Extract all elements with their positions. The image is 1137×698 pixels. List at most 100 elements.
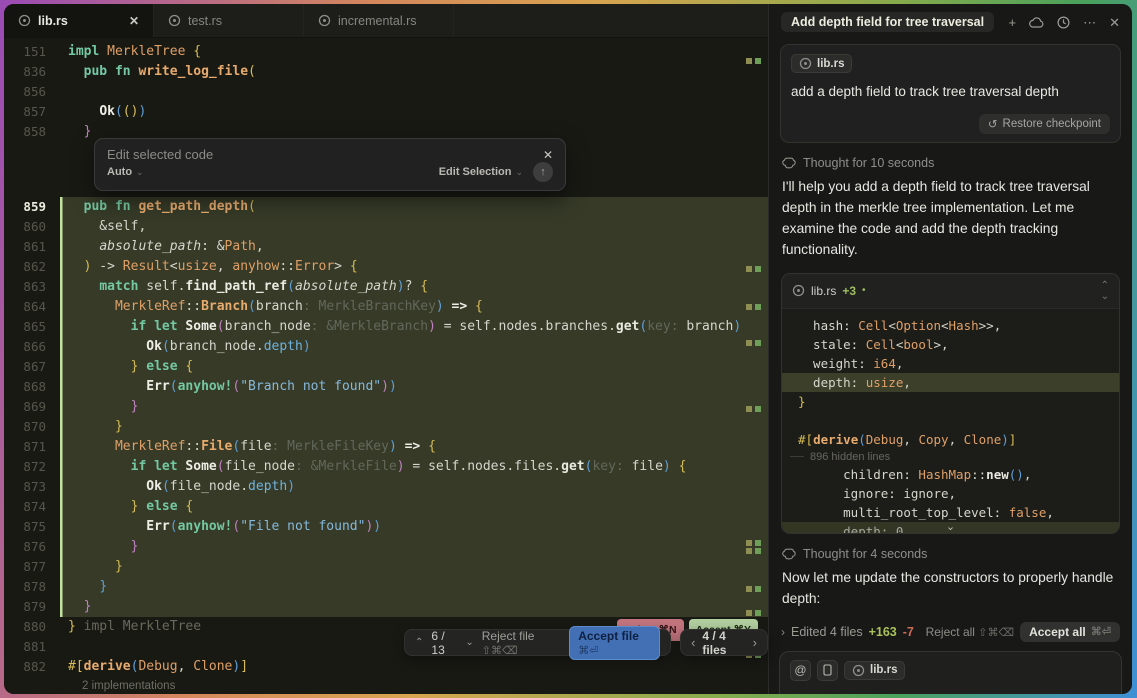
code-text: #[derive(Debug, Clone)] <box>60 657 768 677</box>
close-icon[interactable]: ✕ <box>543 148 553 162</box>
code-token: &self, <box>68 219 146 234</box>
history-icon[interactable] <box>1057 16 1070 29</box>
accept-all-button[interactable]: Accept all⌘⏎ <box>1020 622 1120 642</box>
code-line[interactable]: 865 if let Some(branch_node: &MerkleBran… <box>4 317 768 337</box>
cloud-icon[interactable] <box>1029 17 1044 28</box>
code-line[interactable]: 836 pub fn write_log_file( <box>4 62 768 82</box>
restore-checkpoint-button[interactable]: ↺ Restore checkpoint <box>979 114 1110 134</box>
expand-collapse-icon[interactable]: ⌃⌄ <box>1101 280 1109 302</box>
code-token: ) <box>436 299 444 314</box>
code-token: Some <box>185 319 216 334</box>
code-token: anyhow! <box>178 519 233 534</box>
code-line[interactable]: 869 } <box>4 397 768 417</box>
line-number: 881 <box>4 637 60 657</box>
code-line[interactable]: 868 Err(anyhow!("Branch not found")) <box>4 377 768 397</box>
code-token <box>68 479 146 494</box>
code-line[interactable]: 863 match self.find_path_ref(absolute_pa… <box>4 277 768 297</box>
code-token: file_node. <box>170 479 248 494</box>
scrollbar-diff-marker <box>746 304 761 310</box>
code-token <box>68 279 99 294</box>
code-line[interactable]: 871 MerkleRef::File(file: MerkleFileKey)… <box>4 437 768 457</box>
hidden-lines-divider[interactable]: 896 hidden lines <box>782 449 1119 465</box>
code-line[interactable]: 878 } <box>4 577 768 597</box>
code-token: #[ <box>68 659 84 674</box>
prev-file-icon[interactable]: ‹ <box>691 635 695 650</box>
code-token: if let <box>131 459 186 474</box>
scrollbar-diff-marker <box>746 586 761 592</box>
code-token <box>68 599 84 614</box>
code-line[interactable]: 872 if let Some(file_node: &MerkleFile) … <box>4 457 768 477</box>
code-token: bool <box>903 337 933 352</box>
code-token: Ok <box>146 339 162 354</box>
submit-edit-button[interactable]: ↑ <box>533 162 553 182</box>
code-line[interactable]: 873 Ok(file_node.depth) <box>4 477 768 497</box>
scrollbar-diff-marker <box>746 548 761 554</box>
close-tab-icon[interactable]: ✕ <box>115 14 139 28</box>
inline-edit-input[interactable]: Edit selected code <box>107 147 543 162</box>
code-text: } else { <box>60 497 768 517</box>
code-line[interactable]: 151impl MerkleTree { <box>4 42 768 62</box>
chat-composer[interactable]: @ lib.rs Plan, search, build anything ∞ … <box>779 651 1122 694</box>
code-token: -> <box>91 259 122 274</box>
new-chat-icon[interactable]: + <box>1009 16 1017 29</box>
brain-icon <box>782 548 796 560</box>
diff-nav-group: ⌃ 6 / 13 ⌄ Reject file ⇧⌘⌫ Accept file ⌘… <box>404 629 671 656</box>
code-token: : &MerkleFile <box>295 459 397 474</box>
code-token: ) <box>389 439 397 454</box>
chevron-right-icon[interactable]: › <box>781 625 785 639</box>
expand-diff-icon[interactable]: ⌄ <box>946 520 955 533</box>
thought-row[interactable]: Thought for 10 seconds <box>782 156 1119 170</box>
reject-file-button[interactable]: Reject file ⇧⌘⌫ <box>482 629 561 657</box>
file-chip[interactable]: lib.rs <box>844 661 905 680</box>
diff-card-header[interactable]: lib.rs +3 • ⌃⌄ <box>782 274 1119 309</box>
accept-file-button[interactable]: Accept file ⌘⏎ <box>569 626 660 660</box>
code-token: { <box>475 299 483 314</box>
mode-selector[interactable]: Edit Selection <box>439 166 512 178</box>
implementations-annotation[interactable]: 2 implementations <box>4 677 768 694</box>
code-token: ) <box>733 319 741 334</box>
code-line[interactable]: 864 MerkleRef::Branch(branch: MerkleBran… <box>4 297 768 317</box>
code-line[interactable]: 875 Err(anyhow!("File not found")) <box>4 517 768 537</box>
code-area[interactable]: Edit selected code ✕ Auto ⌄ Edit Selecti… <box>4 38 768 694</box>
chevron-down-icon[interactable]: ⌄ <box>465 637 473 648</box>
code-line[interactable]: 877 } <box>4 557 768 577</box>
code-line[interactable]: 867 } else { <box>4 357 768 377</box>
code-line[interactable]: 856 <box>4 82 768 102</box>
code-line[interactable]: 859 pub fn get_path_depth( <box>4 197 768 217</box>
code-line[interactable]: 879 } <box>4 597 768 617</box>
line-number: 873 <box>4 477 60 497</box>
add-context-button[interactable]: @ <box>790 660 811 681</box>
code-token: anyhow! <box>178 379 233 394</box>
code-line[interactable]: 882#[derive(Debug, Clone)] <box>4 657 768 677</box>
code-token: ) <box>663 459 671 474</box>
code-token <box>68 64 84 79</box>
chevron-up-icon[interactable]: ⌃ <box>415 637 423 648</box>
code-line[interactable]: 862 ) -> Result<usize, anyhow::Error> { <box>4 257 768 277</box>
code-token: < <box>888 318 896 333</box>
thought-row[interactable]: Thought for 4 seconds <box>782 547 1119 561</box>
close-panel-icon[interactable]: ✕ <box>1109 16 1120 29</box>
code-token: self. <box>146 279 185 294</box>
model-selector[interactable]: Auto <box>107 166 132 178</box>
code-token <box>68 239 99 254</box>
tab-lib.rs[interactable]: lib.rs✕ <box>4 4 154 37</box>
code-line[interactable]: 866 Ok(branch_node.depth) <box>4 337 768 357</box>
code-token: ( <box>287 279 295 294</box>
code-line[interactable]: 861 absolute_path: &Path, <box>4 237 768 257</box>
notebook-icon[interactable] <box>817 660 838 681</box>
more-options-icon[interactable]: ⋯ <box>1083 16 1096 29</box>
next-file-icon[interactable]: › <box>753 635 757 650</box>
code-line[interactable]: 857 Ok(()) <box>4 102 768 122</box>
code-token: key: <box>647 319 686 334</box>
code-line[interactable]: 874 } else { <box>4 497 768 517</box>
composer-input[interactable]: Plan, search, build anything <box>792 692 1109 694</box>
code-line[interactable]: 870 } <box>4 417 768 437</box>
tab-incremental.rs[interactable]: incremental.rs <box>304 4 454 37</box>
files-nav-group: ‹ 4 / 4 files › <box>680 629 768 656</box>
reject-all-button[interactable]: Reject all ⇧⌘⌫ <box>926 625 1014 639</box>
tab-test.rs[interactable]: test.rs <box>154 4 304 37</box>
code-line[interactable]: 876 } <box>4 537 768 557</box>
code-token: Hash <box>949 318 979 333</box>
code-line[interactable]: 860 &self, <box>4 217 768 237</box>
file-chip[interactable]: lib.rs <box>791 54 852 73</box>
